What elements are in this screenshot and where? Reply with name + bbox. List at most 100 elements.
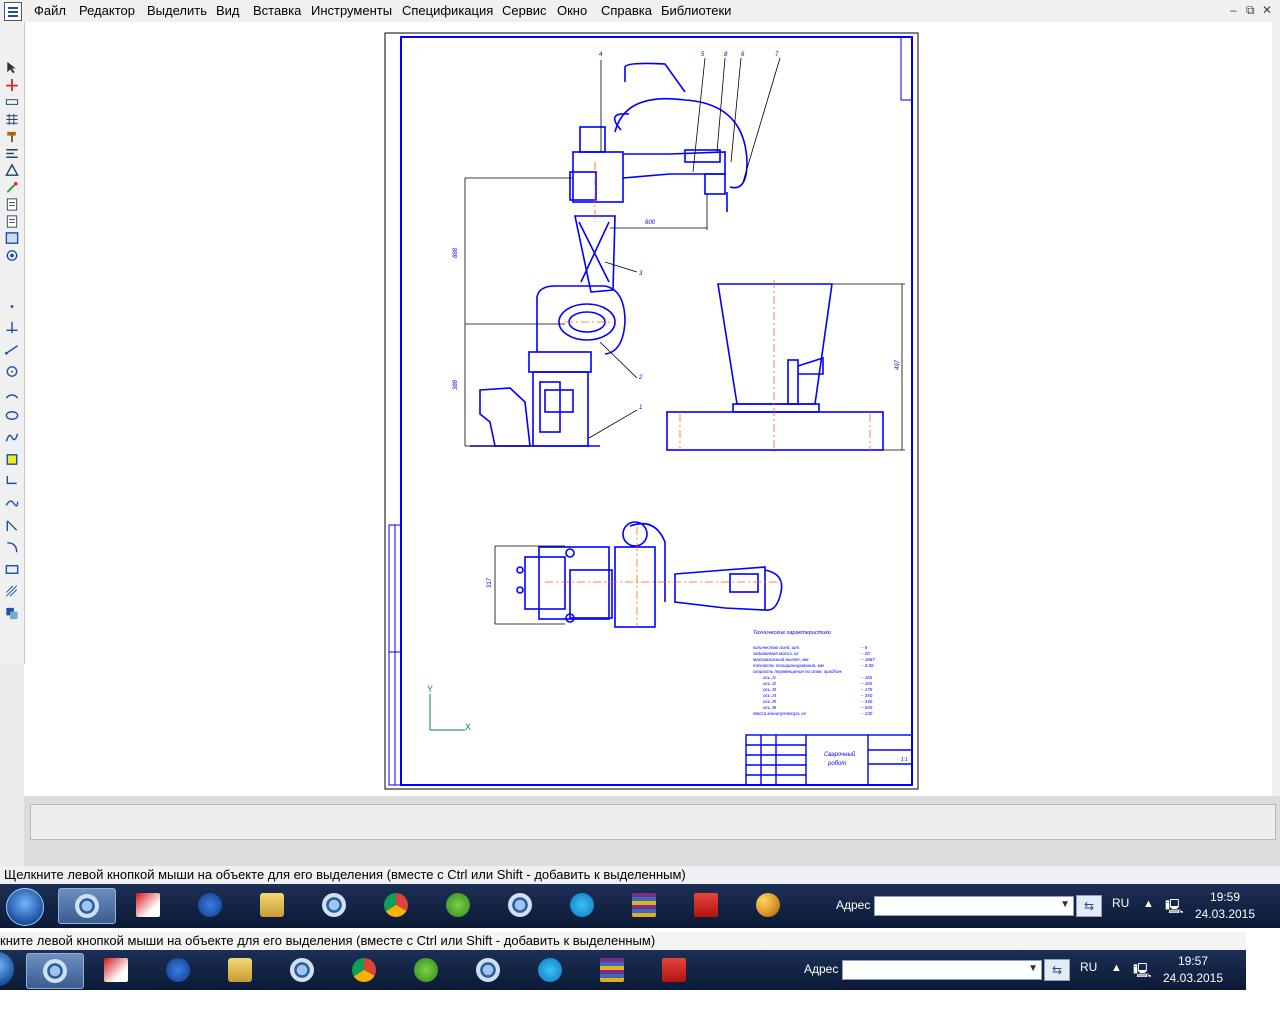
restore-button[interactable]: ⧉ bbox=[1246, 3, 1255, 18]
callout-2: 2 bbox=[638, 375, 643, 381]
go-button-duplicate[interactable]: ⇆ bbox=[1044, 959, 1070, 981]
address-input-duplicate[interactable]: ▼ bbox=[842, 960, 1042, 980]
menu-window[interactable]: Окно bbox=[557, 3, 587, 19]
stamp-icon[interactable] bbox=[4, 180, 20, 195]
triangle-icon[interactable] bbox=[4, 163, 20, 178]
taskbar-app-kompas[interactable] bbox=[274, 953, 330, 987]
properties-panel[interactable] bbox=[30, 804, 1276, 840]
color-icon[interactable] bbox=[4, 606, 20, 621]
language-indicator-duplicate[interactable]: RU bbox=[1080, 960, 1097, 974]
kompas-document-icon[interactable] bbox=[4, 2, 22, 21]
start-button-duplicate[interactable] bbox=[0, 952, 14, 986]
menu-specification[interactable]: Спецификация bbox=[402, 3, 493, 19]
doc-icon[interactable] bbox=[4, 197, 20, 212]
menu-service[interactable]: Сервис bbox=[502, 3, 547, 19]
lines-icon[interactable] bbox=[4, 146, 20, 161]
language-indicator[interactable]: RU bbox=[1112, 896, 1129, 910]
curve-icon[interactable] bbox=[4, 496, 20, 511]
clock-date[interactable]: 24.03.2015 bbox=[1190, 907, 1260, 921]
taskbar-app-autocad[interactable] bbox=[88, 953, 144, 987]
taskbar-app-explorer[interactable] bbox=[212, 953, 268, 987]
taskbar-app-kompas[interactable] bbox=[58, 888, 116, 924]
hatch-icon[interactable] bbox=[4, 452, 20, 467]
left-toolbar bbox=[0, 22, 25, 664]
fillet-icon[interactable] bbox=[4, 540, 20, 555]
network-icon-duplicate[interactable]: 🖳 bbox=[1133, 960, 1152, 984]
taskbar-app-winrar[interactable] bbox=[584, 953, 640, 987]
tech-row-label: Масса манипулятора, кг bbox=[753, 711, 807, 716]
clock-date-duplicate[interactable]: 24.03.2015 bbox=[1158, 971, 1228, 985]
bend-icon[interactable] bbox=[4, 474, 20, 489]
network-icon[interactable]: 🖳 bbox=[1165, 896, 1184, 920]
taskbar-app-skype[interactable] bbox=[522, 953, 578, 987]
point-icon[interactable] bbox=[4, 299, 20, 314]
address-input[interactable]: ▼ bbox=[874, 896, 1074, 916]
menu-select[interactable]: Выделить bbox=[147, 3, 207, 19]
view-icon[interactable] bbox=[4, 248, 20, 263]
menu-insert[interactable]: Вставка bbox=[253, 3, 301, 19]
ellipse-icon[interactable] bbox=[4, 408, 20, 423]
move-icon[interactable] bbox=[4, 78, 20, 93]
go-button[interactable]: ⇆ bbox=[1076, 895, 1102, 917]
taskbar-app-utorrent[interactable] bbox=[398, 953, 454, 987]
taskbar-app-kompas[interactable] bbox=[26, 953, 84, 989]
taskbar-app-skype[interactable] bbox=[554, 888, 610, 922]
tray-arrow-icon[interactable]: ▲ bbox=[1143, 898, 1154, 910]
autocad-icon bbox=[104, 958, 128, 982]
taskbar-app-chrome[interactable] bbox=[336, 953, 392, 987]
select-arrow-icon[interactable] bbox=[4, 60, 20, 75]
taskbar-app-winrar[interactable] bbox=[616, 888, 672, 922]
chamfer-icon[interactable] bbox=[4, 518, 20, 533]
stripes-icon[interactable] bbox=[4, 584, 20, 599]
clock-time[interactable]: 19:59 bbox=[1190, 890, 1260, 904]
rect-icon[interactable] bbox=[4, 562, 20, 577]
taskbar-app-acrobat[interactable] bbox=[678, 888, 734, 922]
callout-5: 5 bbox=[701, 52, 705, 58]
taskbar-app-kompas[interactable] bbox=[460, 953, 516, 987]
measure-icon[interactable] bbox=[4, 95, 20, 110]
address-label-duplicate: Адрес bbox=[804, 962, 839, 976]
status-bar-duplicate: кните левой кнопкой мыши на объекте для … bbox=[0, 932, 1246, 950]
taskbar-duplicate: Адрес ▼ ⇆ RU ▲ 🖳 19:57 24.03.2015 bbox=[0, 950, 1246, 990]
callout-1: 1 bbox=[639, 405, 642, 411]
grid-icon[interactable] bbox=[4, 112, 20, 127]
axis-y-label: Y bbox=[427, 684, 433, 694]
taskbar-app-acrobat[interactable] bbox=[646, 953, 702, 987]
minimize-button[interactable]: – bbox=[1230, 3, 1237, 17]
hammer-icon[interactable] bbox=[4, 129, 20, 144]
menu-tools[interactable]: Инструменты bbox=[311, 3, 392, 19]
taskbar-app-autocad[interactable] bbox=[120, 888, 176, 922]
menu-libraries[interactable]: Библиотеки bbox=[661, 3, 731, 19]
taskbar-app-flash[interactable] bbox=[150, 953, 206, 987]
taskbar-app-paint[interactable] bbox=[740, 888, 796, 922]
menu-help[interactable]: Справка bbox=[601, 3, 652, 19]
menu-view[interactable]: Вид bbox=[216, 3, 240, 19]
tech-row-label: количество осей, шт. bbox=[753, 644, 800, 650]
circle-icon[interactable] bbox=[4, 364, 20, 379]
spline-icon[interactable] bbox=[4, 430, 20, 445]
taskbar-app-kompas[interactable] bbox=[306, 888, 362, 922]
drawing-svg[interactable]: 4 5 8 6 7 3 2 1 600 888 388 497 317 Техн… bbox=[25, 22, 1278, 796]
arc-icon[interactable] bbox=[4, 386, 20, 401]
taskbar-app-explorer[interactable] bbox=[244, 888, 300, 922]
drawing-canvas[interactable]: 4 5 8 6 7 3 2 1 600 888 388 497 317 Техн… bbox=[25, 22, 1278, 796]
menu-edit[interactable]: Редактор bbox=[79, 3, 135, 19]
taskbar-app-chrome[interactable] bbox=[368, 888, 424, 922]
segment-icon[interactable] bbox=[4, 342, 20, 357]
taskbar-app-flash[interactable] bbox=[182, 888, 238, 922]
taskbar-app-kompas[interactable] bbox=[492, 888, 548, 922]
doc-icon[interactable] bbox=[4, 214, 20, 229]
close-button[interactable]: ✕ bbox=[1262, 3, 1272, 17]
acrobat-icon bbox=[662, 958, 686, 982]
tray-arrow-icon-duplicate[interactable]: ▲ bbox=[1111, 962, 1122, 974]
menu-file[interactable]: Файл bbox=[34, 3, 66, 19]
axis-icon[interactable] bbox=[4, 320, 20, 335]
taskbar-app-utorrent[interactable] bbox=[430, 888, 486, 922]
tech-row-value: – 0.08 bbox=[860, 663, 874, 668]
frame-icon[interactable] bbox=[4, 231, 20, 246]
start-button[interactable] bbox=[6, 888, 44, 926]
status-bar: Щелкните левой кнопкой мыши на объекте д… bbox=[0, 866, 1280, 884]
clock-time-duplicate[interactable]: 19:57 bbox=[1158, 954, 1228, 968]
utorrent-icon bbox=[414, 958, 438, 982]
vertical-scrollbar[interactable] bbox=[1272, 22, 1280, 796]
